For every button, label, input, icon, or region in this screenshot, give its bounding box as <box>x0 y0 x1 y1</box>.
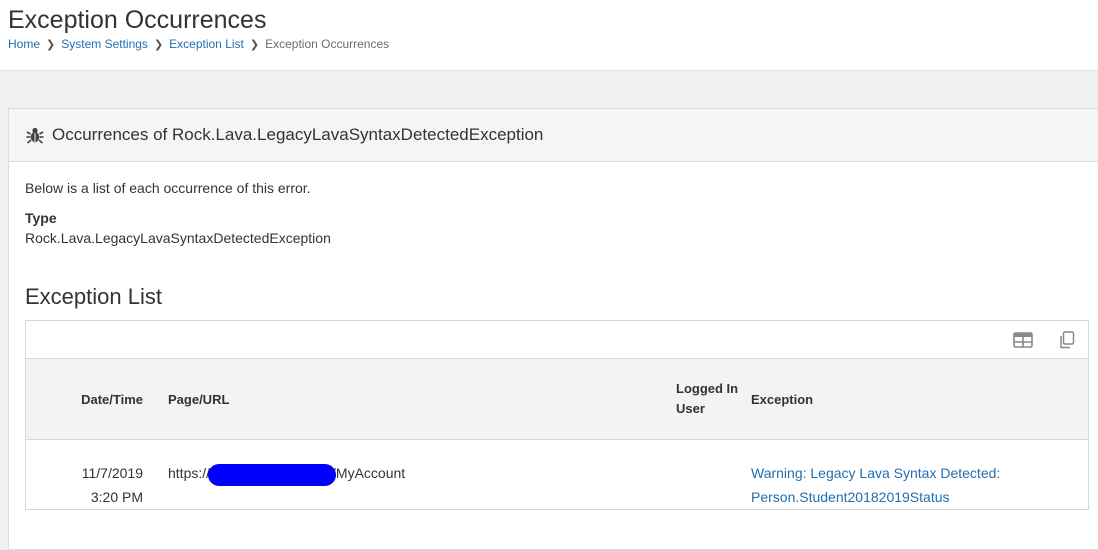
exception-grid: Date/Time Page/URL Logged In User Except… <box>25 320 1089 510</box>
cell-exception: Warning: Legacy Lava Syntax Detected: Pe… <box>751 461 1088 509</box>
panel-heading: Occurrences of Rock.Lava.LegacyLavaSynta… <box>9 109 1098 162</box>
exception-link-line1: Warning: Legacy Lava Syntax Detected: <box>751 465 1001 481</box>
type-value: Rock.Lava.LegacyLavaSyntaxDetectedExcept… <box>25 230 331 246</box>
intro-text: Below is a list of each occurrence of th… <box>25 180 311 196</box>
breadcrumb-system-settings[interactable]: System Settings <box>61 37 148 51</box>
copy-icon[interactable] <box>1056 329 1078 351</box>
page-header: Exception Occurrences Home ❯ System Sett… <box>0 0 1098 71</box>
table-row[interactable]: 11/7/2019 3:20 PM https:// /MyAccount Wa… <box>26 440 1088 509</box>
cell-url-suffix: /MyAccount <box>332 465 406 481</box>
breadcrumb-home[interactable]: Home <box>8 37 40 51</box>
type-label: Type <box>25 210 57 226</box>
breadcrumb: Home ❯ System Settings ❯ Exception List … <box>8 37 1098 51</box>
column-header-date[interactable]: Date/Time <box>26 392 143 407</box>
breadcrumb-exception-list[interactable]: Exception List <box>169 37 244 51</box>
cell-date: 11/7/2019 3:20 PM <box>26 461 143 509</box>
page-title: Exception Occurrences <box>8 6 267 34</box>
cell-url: https:// /MyAccount <box>143 461 676 486</box>
chevron-right-icon: ❯ <box>46 38 56 51</box>
bug-icon <box>26 126 44 144</box>
redaction-mark <box>208 464 337 486</box>
panel-body: Below is a list of each occurrence of th… <box>9 162 1098 510</box>
cell-date-time: 3:20 PM <box>90 489 143 505</box>
exception-link-line2: Person.Student20182019Status <box>751 489 950 505</box>
chevron-right-icon: ❯ <box>249 38 260 51</box>
cell-url-prefix: https:// <box>168 465 211 481</box>
grid-header-row: Date/Time Page/URL Logged In User Except… <box>26 359 1088 440</box>
table-icon[interactable] <box>1012 329 1034 351</box>
column-header-user-line2: User <box>676 401 705 416</box>
column-header-url[interactable]: Page/URL <box>143 392 676 407</box>
column-header-user-line1: Logged In <box>676 381 739 396</box>
grid-actions <box>26 321 1088 359</box>
cell-date-day: 11/7/2019 <box>81 465 143 481</box>
panel-title: Occurrences of Rock.Lava.LegacyLavaSynta… <box>52 125 544 144</box>
column-header-exception[interactable]: Exception <box>751 392 1088 407</box>
exception-link[interactable]: Warning: Legacy Lava Syntax Detected: Pe… <box>751 465 1000 505</box>
breadcrumb-current: Exception Occurrences <box>265 37 390 51</box>
chevron-right-icon: ❯ <box>153 38 164 51</box>
exception-list-title: Exception List <box>25 284 162 309</box>
occurrences-panel: Occurrences of Rock.Lava.LegacyLavaSynta… <box>8 108 1098 550</box>
column-header-user[interactable]: Logged In User <box>676 379 751 419</box>
